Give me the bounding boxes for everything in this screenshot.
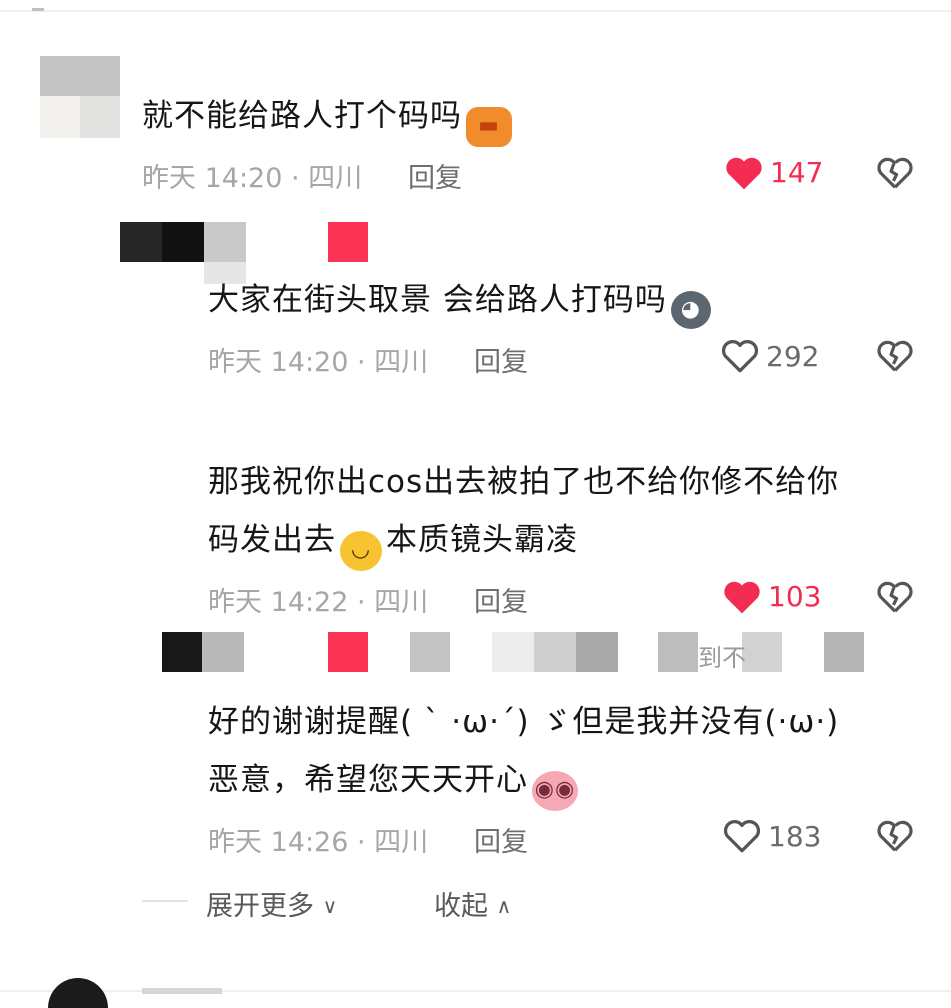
angry-face-emoji-icon: ▬ [466, 107, 512, 147]
reply-button[interactable]: 回复 [474, 340, 528, 379]
comment-meta: 昨天 14:22 · 四川 [208, 587, 429, 618]
like-count: 292 [766, 340, 820, 373]
broken-heart-icon[interactable] [876, 579, 914, 615]
broken-heart-icon[interactable] [876, 818, 914, 854]
heart-outline-icon [723, 820, 761, 853]
comment-text-line-1: 那我祝你出cos出去被拍了也不给你修不给你 [208, 464, 840, 500]
expand-more-button[interactable]: 展开更多 ∨ [206, 884, 337, 923]
reply-button[interactable]: 回复 [474, 820, 528, 859]
broken-heart-icon[interactable] [876, 155, 914, 191]
comment-text-line-1: 好的谢谢提醒( ` ·ω·´) ゞ但是我并没有(·ω·) [208, 704, 840, 740]
heart-filled-icon [724, 581, 760, 614]
laughing-crying-emoji-icon: ◡ [340, 531, 382, 571]
comment-meta: 昨天 14:20 · 四川 [208, 347, 429, 378]
reply-author-mosaic[interactable]: 到不 [162, 632, 867, 674]
comment-meta: 昨天 14:26 · 四川 [208, 827, 429, 858]
comment-text-content: 就不能给路人打个码吗 [142, 98, 462, 134]
dog-face-emoji-icon: ◕ [670, 291, 711, 329]
comment-meta: 昨天 14:20 · 四川 [142, 163, 363, 194]
avatar[interactable] [40, 56, 120, 138]
like-count: 103 [768, 580, 822, 613]
top-divider [0, 10, 951, 12]
comment-text: 大家在街头取景 会给路人打码吗 ◕ [208, 280, 711, 329]
heart-filled-icon [726, 157, 762, 190]
reply-button[interactable]: 回复 [474, 580, 528, 619]
next-avatar[interactable] [48, 978, 108, 1008]
comment-text-content: 大家在街头取景 会给路人打码吗 [208, 282, 667, 318]
comment-text: 就不能给路人打个码吗 ▬ [142, 96, 512, 147]
chevron-up-icon: ∧ [496, 894, 512, 918]
broken-heart-icon[interactable] [876, 338, 914, 374]
corner-mark [32, 8, 44, 11]
like-count: 183 [768, 820, 822, 853]
pig-face-emoji-icon: ◉◉ [532, 771, 578, 811]
like-count: 147 [770, 156, 824, 189]
comment-text-line-2: 码发出去 ◡ 本质镜头霸凌 [208, 520, 578, 571]
comment-text-line-2: 恶意，希望您天天开心 ◉◉ [208, 760, 578, 811]
heart-outline-icon [721, 340, 759, 373]
chevron-down-icon: ∨ [322, 894, 338, 918]
next-username-stub [142, 988, 222, 994]
replies-divider [142, 900, 188, 902]
reply-snippet: 到不 [698, 644, 746, 672]
reply-button[interactable]: 回复 [408, 156, 462, 195]
collapse-button[interactable]: 收起 ∧ [434, 884, 511, 923]
reply-author-mosaic[interactable] [120, 222, 370, 284]
